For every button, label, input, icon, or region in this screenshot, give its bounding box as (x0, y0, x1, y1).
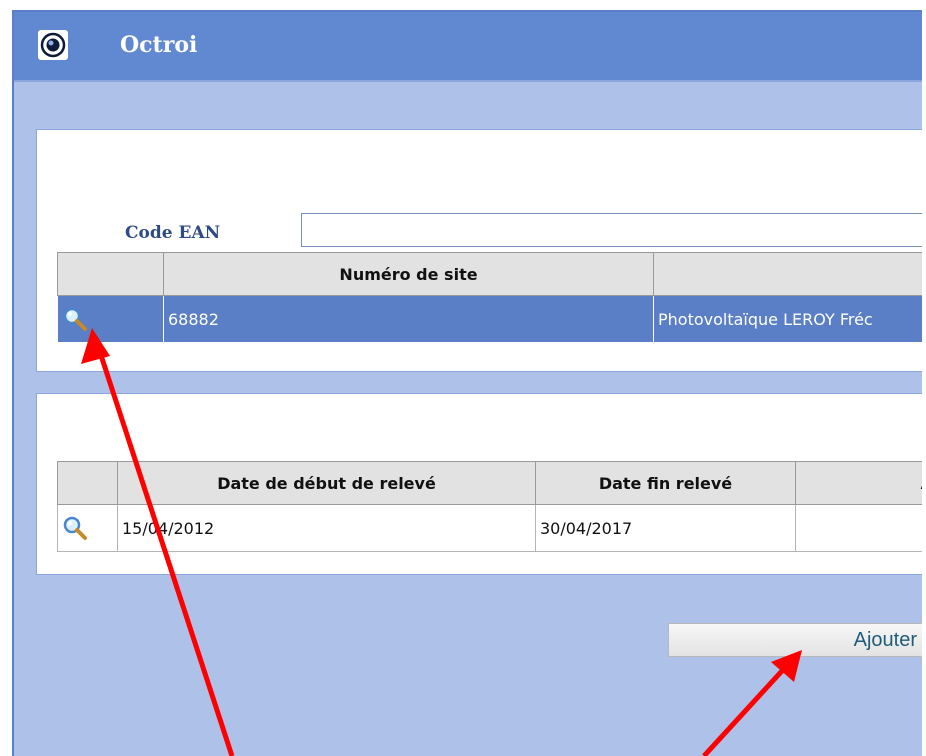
sites-table: Numéro de site 68882 Photovoltaïque LERO… (57, 252, 922, 343)
magnifier-icon[interactable] (62, 515, 88, 541)
window-titlebar: Octroi (14, 12, 922, 82)
sites-table-header: Numéro de site (57, 252, 922, 296)
readings-header-end-date[interactable]: Date fin relevé (535, 461, 796, 505)
code-ean-label: Code EAN (125, 223, 221, 243)
add-button[interactable]: Ajouter (668, 623, 922, 657)
sites-row-detail-cell[interactable] (57, 295, 164, 343)
window-title: Octroi (120, 32, 198, 58)
sites-header-action (57, 252, 164, 296)
reading-start-date-cell: 15/04/2012 (117, 504, 536, 552)
readings-row-detail-cell[interactable] (57, 504, 118, 552)
site-number-cell: 68882 (163, 295, 654, 343)
reading-extra-cell (795, 504, 922, 552)
sites-header-site-number[interactable]: Numéro de site (163, 252, 654, 296)
magnifier-icon[interactable] (62, 306, 88, 332)
site-search-panel: Code EAN Numéro de site 68882 Photovolta… (36, 129, 922, 372)
code-ean-input[interactable] (301, 213, 922, 247)
readings-header-extra[interactable]: A (795, 461, 922, 505)
site-description-cell: Photovoltaïque LEROY Fréc (653, 295, 922, 343)
octroi-window: Octroi Code EAN Numéro de site 68882 Pho… (12, 10, 922, 756)
table-row[interactable]: 15/04/2012 30/04/2017 (57, 504, 922, 552)
readings-panel: Date de début de relevé Date fin relevé … (36, 393, 922, 575)
readings-header-action (57, 461, 118, 505)
readings-table-header: Date de début de relevé Date fin relevé … (57, 461, 922, 505)
readings-table: Date de début de relevé Date fin relevé … (57, 461, 922, 552)
sites-header-description[interactable] (653, 252, 922, 296)
app-logo-icon (38, 30, 68, 60)
reading-end-date-cell: 30/04/2017 (535, 504, 796, 552)
table-row[interactable]: 68882 Photovoltaïque LEROY Fréc (57, 295, 922, 343)
readings-header-start-date[interactable]: Date de début de relevé (117, 461, 536, 505)
